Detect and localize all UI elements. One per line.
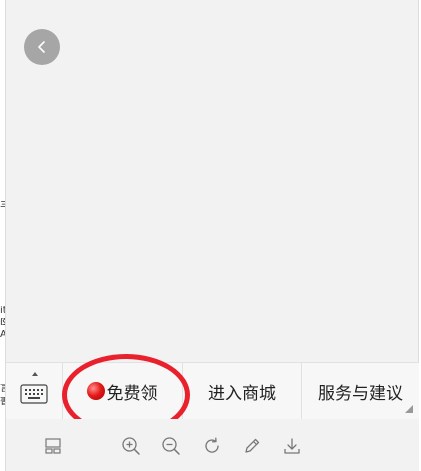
edit-button[interactable] [242, 436, 262, 456]
download-icon [284, 438, 300, 454]
menu-item-free-claim[interactable]: 免费领 [63, 363, 181, 419]
left-strip-char: 言 [0, 384, 5, 394]
left-strip-char: 亖 [0, 200, 5, 210]
left-strip-char: ß [0, 318, 5, 328]
left-strip-char: 書 [0, 397, 5, 407]
back-button[interactable] [24, 29, 60, 65]
zoom-out-button[interactable] [161, 436, 181, 456]
rotate-button[interactable] [202, 436, 222, 456]
menu-item-service-feedback[interactable]: 服务与建议 [302, 363, 419, 419]
menu-item-label: 进入商城 [208, 383, 276, 404]
layout-button[interactable] [43, 436, 63, 456]
submenu-indicator-icon [405, 405, 413, 413]
rotate-icon [205, 437, 219, 453]
layout-icon [45, 438, 61, 454]
menu-item-label: 免费领 [106, 383, 158, 404]
menu-item-enter-mall[interactable]: 进入商城 [183, 363, 301, 419]
zoom-in-icon [122, 437, 140, 455]
edit-icon [245, 438, 260, 453]
app-window: 亖 it ß Ã 言 書 [0, 0, 421, 471]
keyboard-toggle-button[interactable] [6, 363, 62, 419]
left-strip-char: Ã [0, 330, 5, 340]
menu-item-label: 服务与建议 [318, 383, 403, 404]
zoom-in-button[interactable] [121, 436, 141, 456]
left-strip-char: it [0, 306, 5, 316]
bottom-toolbar [6, 419, 419, 471]
keyboard-icon [20, 384, 48, 404]
red-dot-icon [86, 382, 105, 400]
bottom-menu-bar: 免费领 进入商城 服务与建议 [6, 362, 419, 420]
expand-up-icon [32, 372, 38, 376]
chevron-left-icon [38, 41, 45, 53]
download-button[interactable] [282, 436, 302, 456]
zoom-out-icon [162, 437, 180, 455]
